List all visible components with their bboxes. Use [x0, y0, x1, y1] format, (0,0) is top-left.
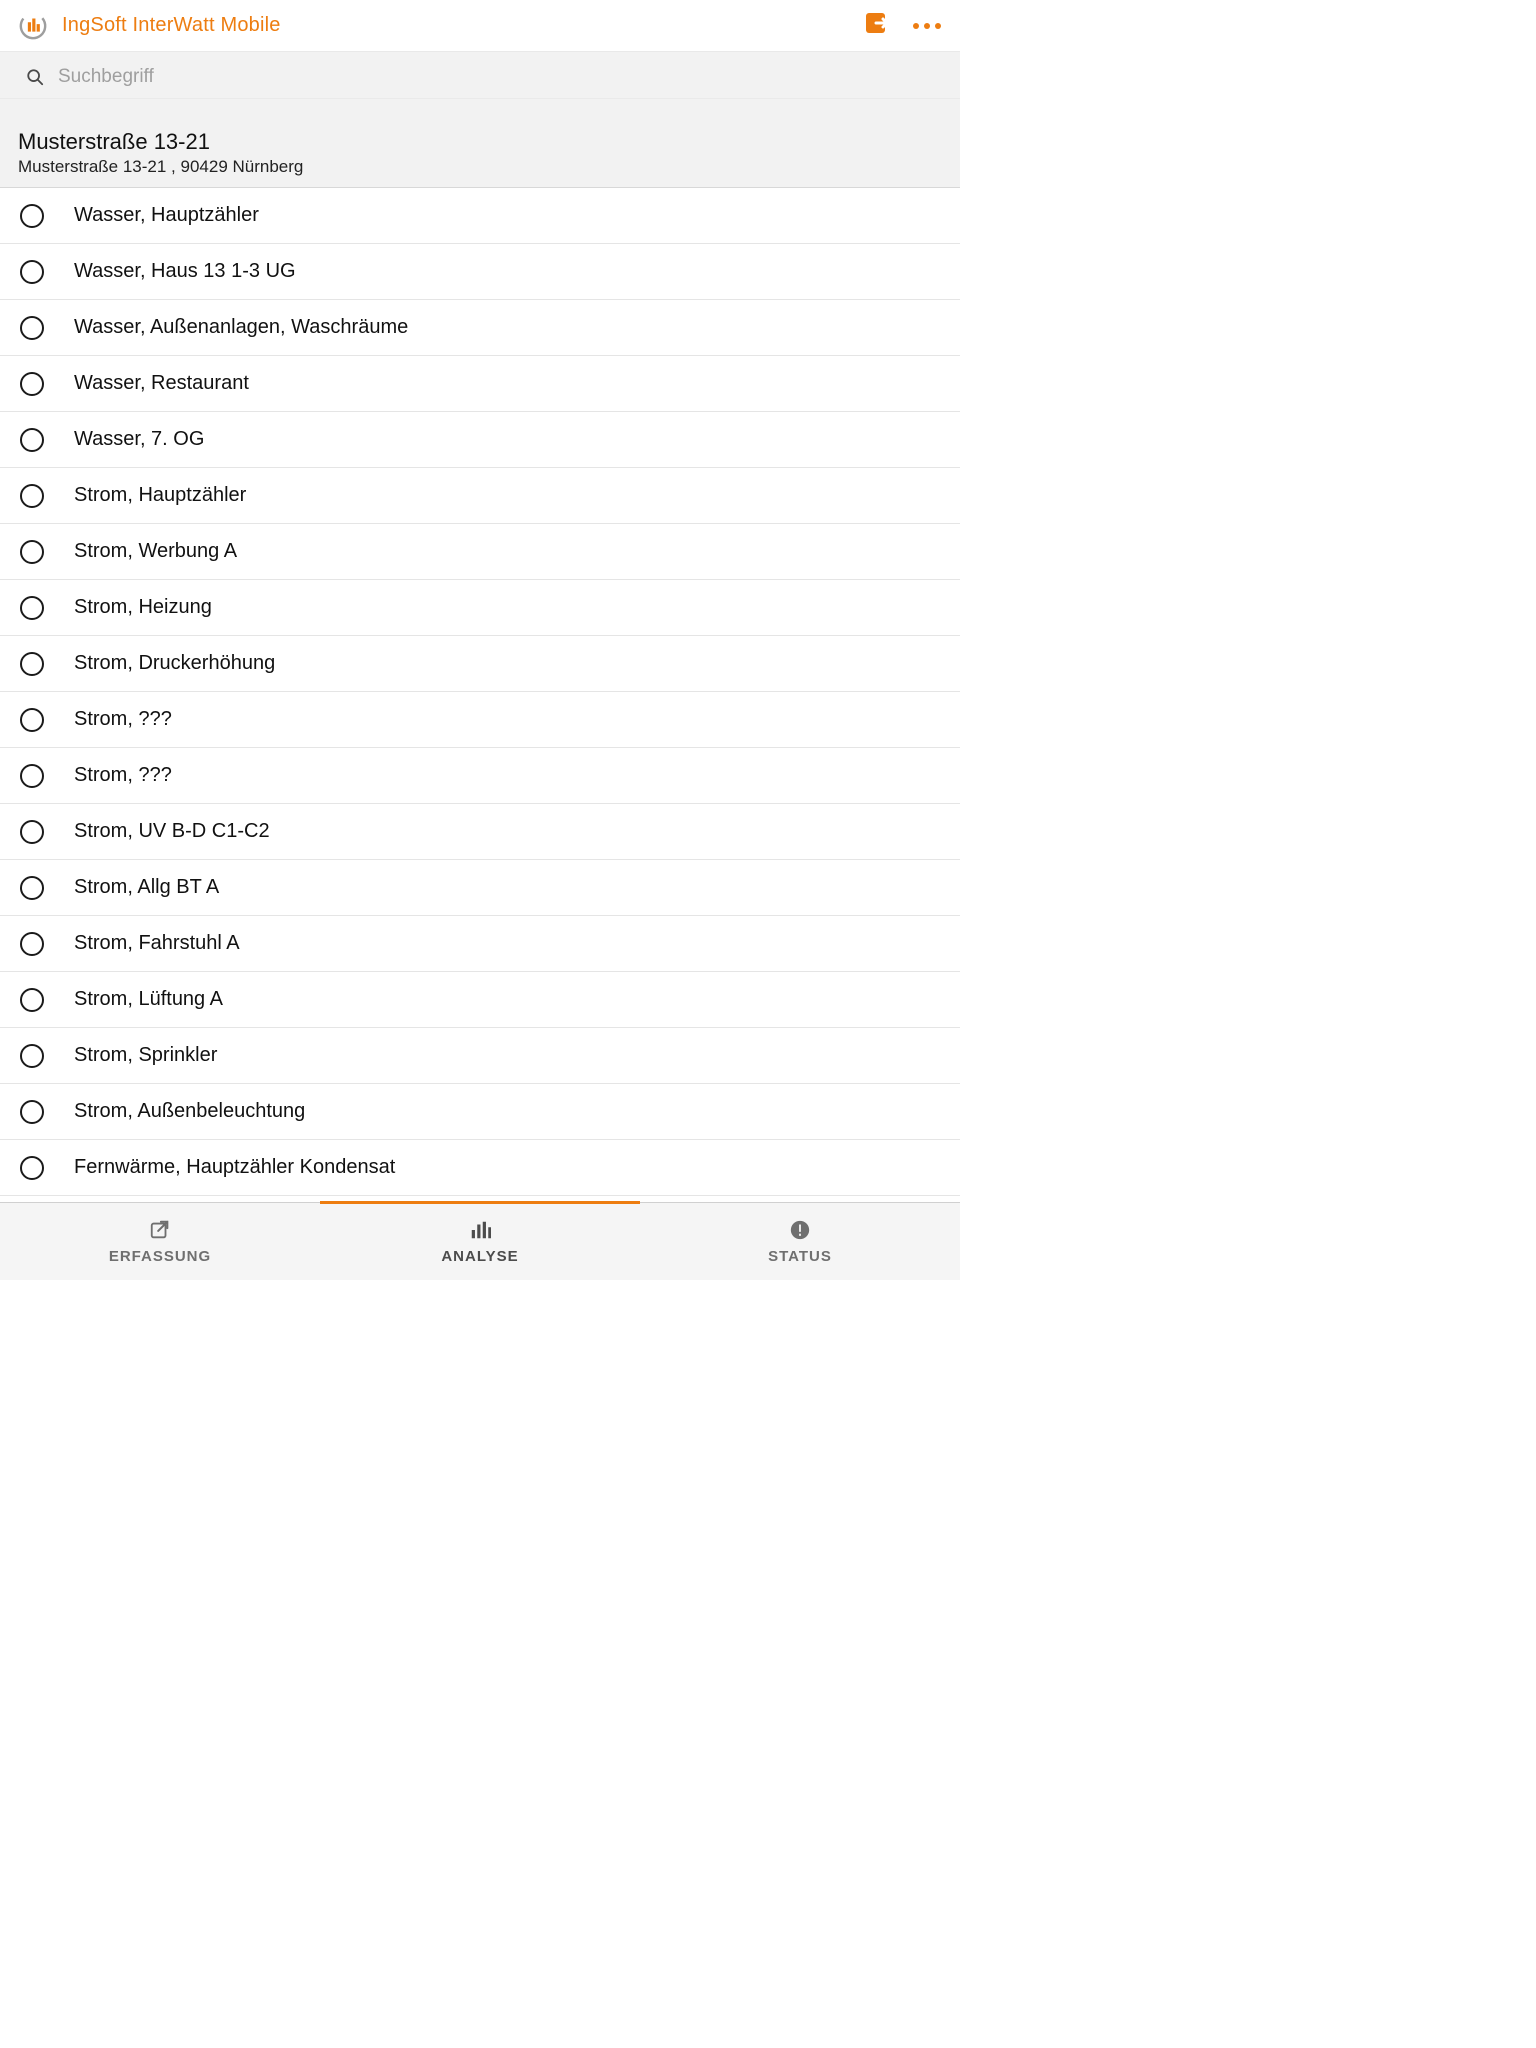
meter-row[interactable]: Fernwärme, Hauptzähler Kondensat — [0, 1140, 960, 1196]
meter-label: Strom, Heizung — [74, 596, 212, 619]
radio-circle-icon[interactable] — [20, 1044, 44, 1068]
active-tab-indicator — [320, 1201, 640, 1204]
meter-label: Strom, ??? — [74, 764, 172, 787]
meter-label: Wasser, Hauptzähler — [74, 204, 259, 227]
radio-circle-icon[interactable] — [20, 1100, 44, 1124]
exit-icon — [863, 9, 891, 42]
meter-label: Fernwärme, Hauptzähler Kondensat — [74, 1156, 395, 1179]
radio-circle-icon[interactable] — [20, 932, 44, 956]
bottom-tabbar: ERFASSUNG ANALYSE STATUS — [0, 1202, 960, 1280]
meter-row[interactable]: Strom, ??? — [0, 692, 960, 748]
location-header: Musterstraße 13-21 Musterstraße 13-21 , … — [0, 99, 960, 188]
radio-circle-icon[interactable] — [20, 876, 44, 900]
meter-row[interactable]: Strom, Außenbeleuchtung — [0, 1084, 960, 1140]
tab-erfassung[interactable]: ERFASSUNG — [0, 1203, 320, 1280]
radio-circle-icon[interactable] — [20, 764, 44, 788]
meter-row[interactable]: Wasser, Hauptzähler — [0, 188, 960, 244]
meter-row[interactable]: Strom, Druckerhöhung — [0, 636, 960, 692]
radio-circle-icon[interactable] — [20, 484, 44, 508]
meter-row[interactable]: Wasser, 7. OG — [0, 412, 960, 468]
meter-label: Strom, Lüftung A — [74, 988, 223, 1011]
radio-circle-icon[interactable] — [20, 372, 44, 396]
location-subtitle: Musterstraße 13-21 , 90429 Nürnberg — [18, 157, 944, 177]
radio-circle-icon[interactable] — [20, 988, 44, 1012]
tab-analyse[interactable]: ANALYSE — [320, 1203, 640, 1280]
meter-row[interactable]: Strom, Werbung A — [0, 524, 960, 580]
radio-circle-icon[interactable] — [20, 708, 44, 732]
radio-circle-icon[interactable] — [20, 1156, 44, 1180]
app-title: IngSoft InterWatt Mobile — [62, 14, 281, 37]
meter-label: Strom, Hauptzähler — [74, 484, 246, 507]
meter-row[interactable]: Wasser, Außenanlagen, Waschräume — [0, 300, 960, 356]
meter-label: Strom, ??? — [74, 708, 172, 731]
meter-label: Strom, Fahrstuhl A — [74, 932, 240, 955]
location-title: Musterstraße 13-21 — [18, 129, 944, 155]
radio-circle-icon[interactable] — [20, 652, 44, 676]
meter-row[interactable]: Strom, Hauptzähler — [0, 468, 960, 524]
meter-label: Strom, Druckerhöhung — [74, 652, 275, 675]
meter-label: Strom, Allg BT A — [74, 876, 219, 899]
radio-circle-icon[interactable] — [20, 540, 44, 564]
edit-icon — [148, 1218, 172, 1242]
meter-row[interactable]: Strom, Allg BT A — [0, 860, 960, 916]
meter-row[interactable]: Strom, UV B-D C1-C2 — [0, 804, 960, 860]
meter-row[interactable]: Strom, Heizung — [0, 580, 960, 636]
meter-label: Wasser, 7. OG — [74, 428, 204, 451]
search-icon — [26, 68, 44, 86]
meter-row[interactable]: Strom, Fahrstuhl A — [0, 916, 960, 972]
tab-status[interactable]: STATUS — [640, 1203, 960, 1280]
search-bar[interactable] — [0, 52, 960, 99]
radio-circle-icon[interactable] — [20, 820, 44, 844]
tab-status-label: STATUS — [768, 1248, 832, 1265]
more-icon — [913, 23, 941, 29]
meter-label: Strom, Werbung A — [74, 540, 237, 563]
meter-label: Strom, Außenbeleuchtung — [74, 1100, 305, 1123]
meter-label: Wasser, Restaurant — [74, 372, 249, 395]
more-button[interactable] — [910, 11, 944, 41]
radio-circle-icon[interactable] — [20, 428, 44, 452]
logo-group: IngSoft InterWatt Mobile — [18, 11, 281, 41]
bar-chart-icon — [468, 1218, 492, 1242]
meter-row[interactable]: Strom, Lüftung A — [0, 972, 960, 1028]
radio-circle-icon[interactable] — [20, 596, 44, 620]
search-input[interactable] — [58, 66, 934, 88]
exit-button[interactable] — [862, 11, 892, 41]
meter-list: Wasser, Hauptzähler Wasser, Haus 13 1-3 U… — [0, 188, 960, 1202]
meter-label: Strom, UV B-D C1-C2 — [74, 820, 270, 843]
app-logo-icon — [18, 11, 48, 41]
meter-row[interactable]: Strom, Sprinkler — [0, 1028, 960, 1084]
tab-erfassung-label: ERFASSUNG — [109, 1248, 211, 1265]
radio-circle-icon[interactable] — [20, 260, 44, 284]
app-header: IngSoft InterWatt Mobile — [0, 0, 960, 52]
meter-row[interactable]: Wasser, Restaurant — [0, 356, 960, 412]
meter-row[interactable]: Wasser, Haus 13 1-3 UG — [0, 244, 960, 300]
radio-circle-icon[interactable] — [20, 204, 44, 228]
tab-analyse-label: ANALYSE — [441, 1248, 518, 1265]
alert-icon — [788, 1218, 812, 1242]
meter-label: Strom, Sprinkler — [74, 1044, 217, 1067]
meter-label: Wasser, Außenanlagen, Waschräume — [74, 316, 408, 339]
radio-circle-icon[interactable] — [20, 316, 44, 340]
meter-label: Wasser, Haus 13 1-3 UG — [74, 260, 296, 283]
meter-row[interactable]: Strom, ??? — [0, 748, 960, 804]
